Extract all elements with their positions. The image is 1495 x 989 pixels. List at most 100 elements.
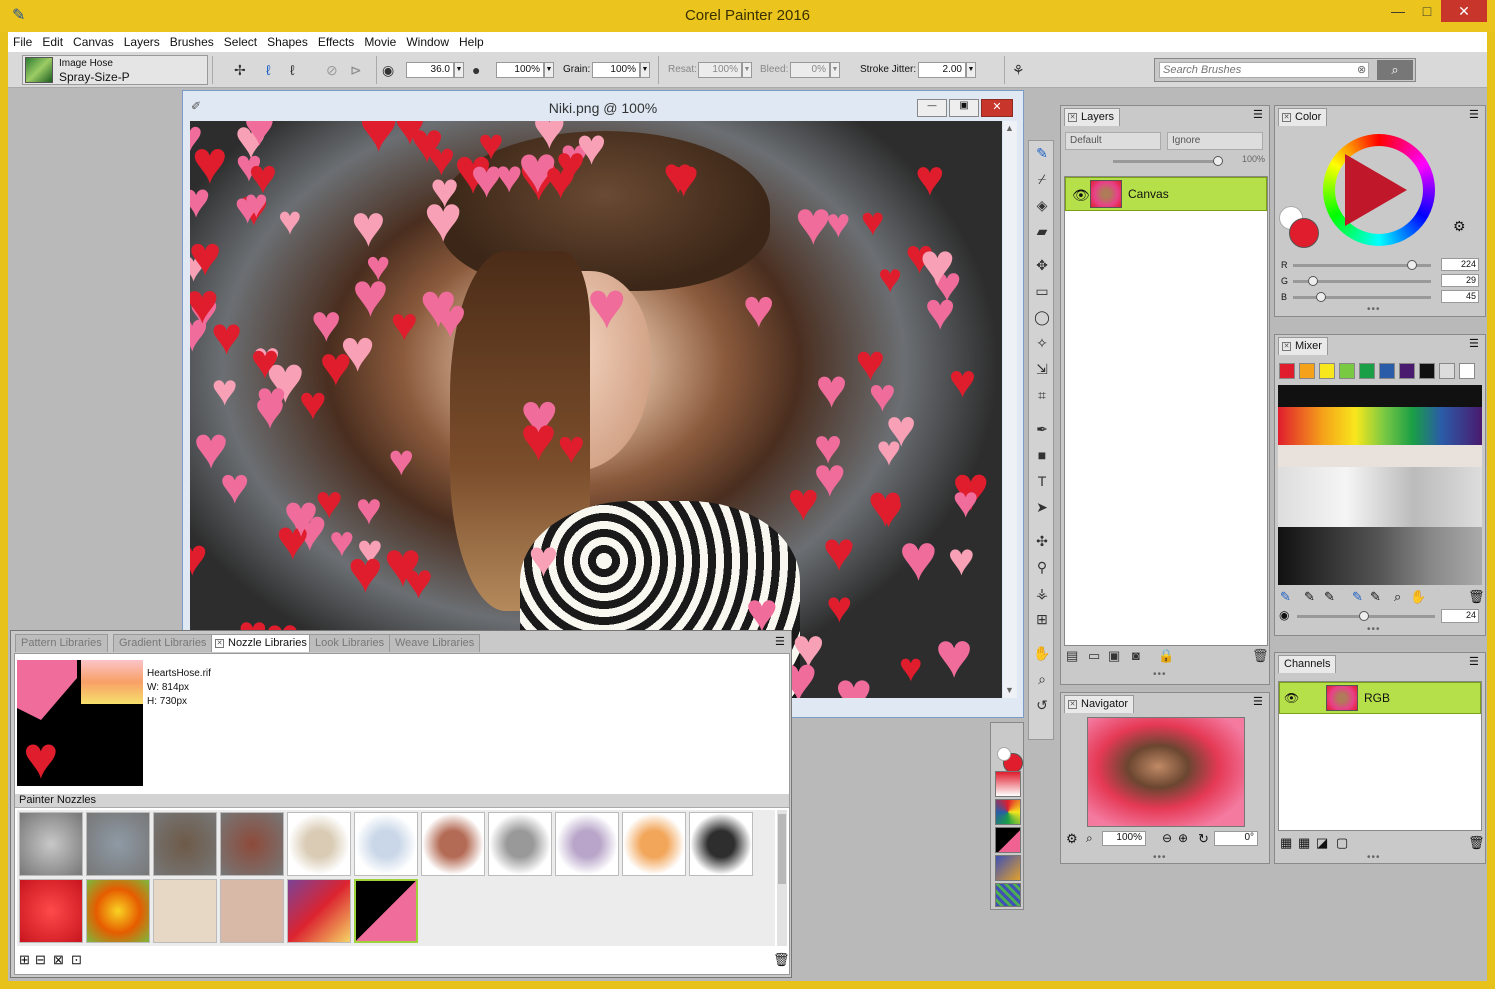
pen-icon[interactable]: ✒ (1033, 421, 1051, 437)
nozzle-thumbnail[interactable] (19, 812, 83, 876)
nozzle-thumbnail[interactable] (287, 879, 351, 943)
mixer-slider-thumb[interactable] (1359, 611, 1369, 621)
nozzle-thumbnail[interactable] (86, 812, 150, 876)
clear-search-icon[interactable]: ⊗ (1357, 63, 1366, 76)
mixer-zoom-icon[interactable]: ⌕ (1394, 589, 1401, 605)
bleed-field[interactable]: 0% (790, 62, 830, 78)
opacity-slider-thumb[interactable] (1213, 156, 1223, 166)
g-field[interactable]: 29 (1441, 274, 1479, 287)
opacity-field[interactable]: 100% (496, 62, 544, 78)
jitter-field[interactable]: 2.00 (918, 62, 966, 78)
mixer-swatch[interactable] (1379, 363, 1395, 379)
panel-menu-icon[interactable]: ☰ (1469, 337, 1479, 350)
channel-properties-icon[interactable]: ▦ (1280, 835, 1292, 851)
zoom-in-icon[interactable]: ⊕ (1178, 831, 1188, 845)
doc-restore-button[interactable]: ▣ (949, 99, 979, 117)
nozzle-thumbnail[interactable] (153, 812, 217, 876)
nozzle-thumbnail-selected[interactable] (354, 879, 418, 943)
cloner-icon[interactable]: ✣ (1033, 533, 1051, 549)
lasso-icon[interactable]: ◯ (1033, 309, 1051, 325)
delete-layer-icon[interactable]: 🗑 (1252, 648, 1269, 664)
sample-multiple-icon[interactable]: ✎ (1352, 589, 1363, 605)
dropper-icon[interactable]: ⌿ (1033, 171, 1051, 187)
crop-icon[interactable]: ⌗ (1033, 387, 1051, 403)
panel-menu-icon[interactable]: ☰ (1253, 695, 1263, 708)
rotation-field[interactable]: 0° (1214, 831, 1258, 846)
layer-attributes-icon[interactable]: ▤ (1066, 648, 1078, 664)
mixer-dropper-icon[interactable]: ✎ (1370, 589, 1381, 605)
mixer-swatch[interactable] (1299, 363, 1315, 379)
channel-row-rgb[interactable]: 👁 RGB (1279, 682, 1481, 714)
nozzle-thumbnail[interactable] (220, 879, 284, 943)
zoom-out-icon[interactable]: ⊖ (1162, 831, 1172, 845)
nozzle-scrollbar[interactable] (777, 810, 787, 946)
lock-layer-icon[interactable]: 🔒 (1158, 648, 1174, 664)
scroll-down-icon[interactable]: ▼ (1005, 685, 1014, 695)
nozzle-thumbnail[interactable] (153, 879, 217, 943)
blend-icon[interactable]: ⚶ (1033, 585, 1051, 601)
hose-tool-icon[interactable]: ✢ (234, 62, 246, 78)
search-input[interactable] (1159, 62, 1369, 78)
menu-movie[interactable]: Movie (359, 33, 401, 51)
zoom-field[interactable]: 100% (1102, 831, 1146, 846)
rotate-page-icon[interactable]: ↺ (1033, 697, 1051, 713)
maximize-button[interactable]: □ (1413, 0, 1441, 22)
rotate-icon[interactable]: ↻ (1198, 831, 1209, 847)
stroke-attributes-icon[interactable]: ⊳ (350, 62, 362, 78)
nozzle-thumbnail[interactable] (86, 879, 150, 943)
mixer-swatch[interactable] (1439, 363, 1455, 379)
invert-channel-icon[interactable]: ◪ (1316, 835, 1328, 851)
rectangle-icon[interactable]: ■ (1033, 447, 1051, 463)
shape-selection-icon[interactable]: ➤ (1033, 499, 1051, 515)
mixer-pad[interactable] (1278, 385, 1482, 585)
composite-method-select[interactable]: Default (1065, 132, 1161, 150)
menu-effects[interactable]: Effects (313, 33, 359, 51)
grain-field[interactable]: 100% (592, 62, 640, 78)
tab-color[interactable]: ✕ Color (1278, 108, 1328, 126)
duplicate-channel-icon[interactable]: ▦ (1298, 835, 1310, 851)
b-field[interactable]: 45 (1441, 290, 1479, 303)
nozzle-thumbnail[interactable] (19, 879, 83, 943)
menu-edit[interactable]: Edit (37, 33, 68, 51)
resat-field[interactable]: 100% (698, 62, 742, 78)
opacity-dropdown[interactable]: ▼ (544, 62, 554, 78)
r-slider-thumb[interactable] (1407, 260, 1417, 270)
tab-gradient-libraries[interactable]: Gradient Libraries (113, 634, 213, 652)
b-slider-thumb[interactable] (1316, 292, 1326, 302)
additional-color-swatch[interactable] (997, 747, 1011, 761)
pattern-selector[interactable] (995, 799, 1021, 825)
library-options-icon[interactable]: ⊡ (71, 952, 82, 968)
close-button[interactable]: ✕ (1441, 0, 1487, 22)
mixer-swatch[interactable] (1399, 363, 1415, 379)
nozzle-selector[interactable] (995, 827, 1021, 853)
tab-pattern-libraries[interactable]: Pattern Libraries (15, 634, 108, 652)
mixer-swatch[interactable] (1279, 363, 1295, 379)
opacity-slider[interactable] (1113, 156, 1223, 166)
menu-help[interactable]: Help (454, 33, 489, 51)
selection-adjuster-icon[interactable]: ⇲ (1033, 361, 1051, 377)
export-library-icon[interactable]: ⊟ (35, 952, 46, 968)
clear-mixer-icon[interactable]: 🗑 (1468, 589, 1485, 605)
g-slider-thumb[interactable] (1308, 276, 1318, 286)
doc-minimize-button[interactable]: — (917, 99, 947, 117)
look-selector[interactable] (995, 855, 1021, 881)
jitter-dropdown[interactable]: ▼ (966, 62, 976, 78)
bleed-dropdown[interactable]: ▼ (830, 62, 840, 78)
nozzle-thumbnail[interactable] (421, 812, 485, 876)
mixer-swatch[interactable] (1339, 363, 1355, 379)
menu-file[interactable]: File (8, 33, 37, 51)
nozzle-thumbnail[interactable] (287, 812, 351, 876)
freehand-stroke-icon[interactable]: ℓ (266, 62, 271, 78)
panel-menu-icon[interactable]: ☰ (1469, 108, 1479, 121)
nozzle-thumbnail[interactable] (488, 812, 552, 876)
mixer-brush-size-slider[interactable] (1297, 611, 1435, 621)
scroll-up-icon[interactable]: ▲ (1005, 123, 1014, 133)
layer-row-canvas[interactable]: 👁 Canvas (1065, 177, 1267, 211)
eraser-icon[interactable]: ▰ (1033, 223, 1051, 239)
menu-select[interactable]: Select (219, 33, 262, 51)
color-triangle[interactable] (1345, 154, 1407, 226)
minimize-button[interactable]: — (1383, 0, 1413, 22)
doc-close-button[interactable]: ✕ (981, 99, 1013, 117)
navigator-preview[interactable] (1087, 717, 1245, 827)
divine-proportion-icon[interactable]: ⊞ (1033, 611, 1051, 627)
